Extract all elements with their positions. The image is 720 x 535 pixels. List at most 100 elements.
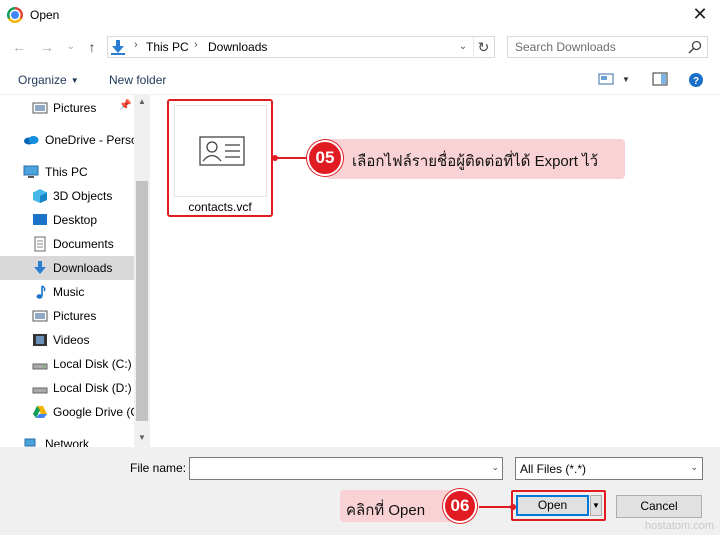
address-dropdown-button[interactable]: ⌄: [456, 39, 470, 55]
scroll-down-arrow[interactable]: ▼: [134, 431, 150, 445]
sidebar-item-desktop[interactable]: Desktop: [0, 208, 134, 232]
sidebar-item-videos[interactable]: Videos: [0, 328, 134, 352]
pictures-icon: [32, 310, 48, 322]
forward-button[interactable]: →: [38, 37, 56, 57]
step-06-badge: 06: [443, 489, 477, 523]
breadcrumb-separator: ›: [134, 39, 138, 51]
sidebar-item-label: 3D Objects: [53, 189, 113, 203]
new-folder-button[interactable]: New folder: [109, 73, 166, 87]
svg-text:?: ?: [693, 76, 699, 87]
open-button-highlight: Open ▼: [511, 490, 606, 521]
recent-locations-button[interactable]: ⌄: [62, 37, 80, 57]
sidebar-item-google-drive[interactable]: Google Drive (G: [0, 400, 134, 424]
navigation-pane[interactable]: Pictures 📌 OneDrive - Perso This PC 3D O…: [0, 95, 150, 447]
address-bar[interactable]: › This PC › Downloads ⌄ ↻: [107, 36, 495, 58]
disk-icon: [32, 363, 48, 370]
open-button[interactable]: Open: [516, 495, 589, 516]
sidebar-item-3d-objects[interactable]: 3D Objects: [0, 184, 134, 208]
sidebar-item-music[interactable]: Music: [0, 280, 134, 304]
chevron-down-icon: ▼: [70, 76, 79, 85]
chevron-down-icon: ⌄: [690, 462, 698, 472]
file-item-contacts[interactable]: contacts.vcf: [167, 99, 273, 217]
title-bar: Open ✕: [0, 0, 720, 30]
sidebar-item-label: This PC: [45, 165, 88, 179]
google-drive-icon: [33, 406, 47, 418]
downloads-icon: [34, 261, 46, 274]
window-title: Open: [30, 8, 60, 22]
watermark: hostatom.com: [644, 520, 714, 532]
onedrive-icon: [24, 136, 39, 145]
documents-icon: [34, 236, 46, 252]
sidebar-item-local-disk-c[interactable]: Local Disk (C:): [0, 352, 134, 376]
sidebar-item-label: Pictures: [53, 101, 97, 115]
sidebar-item-downloads[interactable]: Downloads: [0, 256, 134, 280]
breadcrumb-separator: ›: [194, 39, 198, 51]
search-input[interactable]: Search Downloads: [507, 36, 708, 58]
contact-card-icon: [199, 136, 245, 166]
step-05-text: เลือกไฟล์รายชื่อผู้ติดต่อที่ได้ Export ไ…: [352, 153, 599, 170]
disk-icon: [32, 387, 48, 394]
view-options-icon[interactable]: [598, 72, 614, 86]
scroll-up-arrow[interactable]: ▲: [134, 95, 150, 109]
sidebar-item-local-disk-d[interactable]: Local Disk (D:): [0, 376, 134, 400]
sidebar-scrollbar[interactable]: ▲ ▼: [134, 95, 150, 447]
file-type-select[interactable]: All Files (*.*) ⌄: [515, 457, 703, 480]
sidebar-item-label: Desktop: [53, 213, 98, 227]
3d-objects-icon: [33, 189, 47, 203]
sidebar-item-label: Downloads: [53, 261, 113, 275]
breadcrumb-downloads[interactable]: Downloads: [208, 40, 267, 54]
downloads-icon: [111, 40, 125, 55]
sidebar-item-pictures-quick[interactable]: Pictures 📌: [0, 96, 134, 120]
scrollbar-thumb[interactable]: [136, 181, 148, 421]
step-06-text: คลิกที่ Open: [346, 502, 426, 519]
file-name-label: File name:: [130, 461, 187, 475]
network-icon: [24, 438, 36, 447]
up-button[interactable]: ↑: [83, 37, 101, 57]
videos-icon: [33, 334, 47, 346]
file-name: contacts.vcf: [188, 200, 252, 214]
open-dropdown-button[interactable]: ▼: [590, 495, 602, 516]
callout-connector: [275, 157, 311, 159]
sidebar-item-label: Videos: [53, 333, 90, 347]
sidebar-item-label: Music: [53, 285, 85, 299]
pin-icon: 📌: [119, 100, 132, 111]
file-name-input[interactable]: ⌄: [189, 457, 503, 480]
back-button[interactable]: ←: [10, 37, 28, 57]
sidebar-item-pictures[interactable]: Pictures: [0, 304, 134, 328]
close-button[interactable]: ✕: [688, 3, 712, 27]
search-placeholder: Search Downloads: [515, 40, 616, 54]
sidebar-item-label: Network: [45, 437, 90, 447]
sidebar-item-documents[interactable]: Documents: [0, 232, 134, 256]
command-bar: Organize ▼ New folder ▼ ?: [0, 65, 720, 95]
chrome-icon: [7, 7, 23, 23]
cancel-button[interactable]: Cancel: [616, 495, 702, 518]
pc-icon: [23, 165, 39, 178]
desktop-icon: [33, 214, 47, 225]
help-icon[interactable]: ?: [688, 72, 704, 88]
sidebar-item-label: Google Drive (G: [53, 405, 134, 419]
navigation-bar: ← → ⌄ ↑ › This PC › Downloads ⌄ ↻ Search…: [0, 33, 720, 61]
sidebar-item-label: Pictures: [53, 309, 97, 323]
step-06-callout: คลิกที่ Open: [340, 490, 458, 522]
pictures-icon: [32, 102, 48, 114]
view-dropdown-icon[interactable]: ▼: [622, 75, 630, 84]
music-icon: [36, 285, 46, 299]
sidebar-item-label: Documents: [53, 237, 114, 251]
organize-label: Organize: [18, 73, 67, 87]
file-thumbnail: [174, 105, 267, 197]
organize-button[interactable]: Organize ▼: [18, 73, 79, 87]
sidebar-item-onedrive[interactable]: OneDrive - Perso: [0, 128, 134, 152]
breadcrumb-this-pc[interactable]: This PC: [146, 40, 189, 54]
sidebar-item-this-pc[interactable]: This PC: [0, 160, 134, 184]
callout-connector: [479, 506, 512, 508]
sidebar-item-label: Local Disk (C:): [53, 357, 132, 371]
callout-connector-dot: [272, 155, 278, 161]
preview-pane-icon[interactable]: [652, 72, 668, 86]
sidebar-item-network[interactable]: Network: [0, 432, 134, 447]
chevron-down-icon[interactable]: ⌄: [491, 462, 499, 473]
step-05-callout: เลือกไฟล์รายชื่อผู้ติดต่อที่ได้ Export ไ…: [326, 139, 625, 179]
search-icon: [688, 40, 702, 54]
refresh-button[interactable]: ↻: [473, 37, 493, 57]
dialog-footer: File name: ⌄ All Files (*.*) ⌄ คลิกที่ O…: [0, 447, 720, 535]
step-05-badge: 05: [307, 140, 343, 176]
